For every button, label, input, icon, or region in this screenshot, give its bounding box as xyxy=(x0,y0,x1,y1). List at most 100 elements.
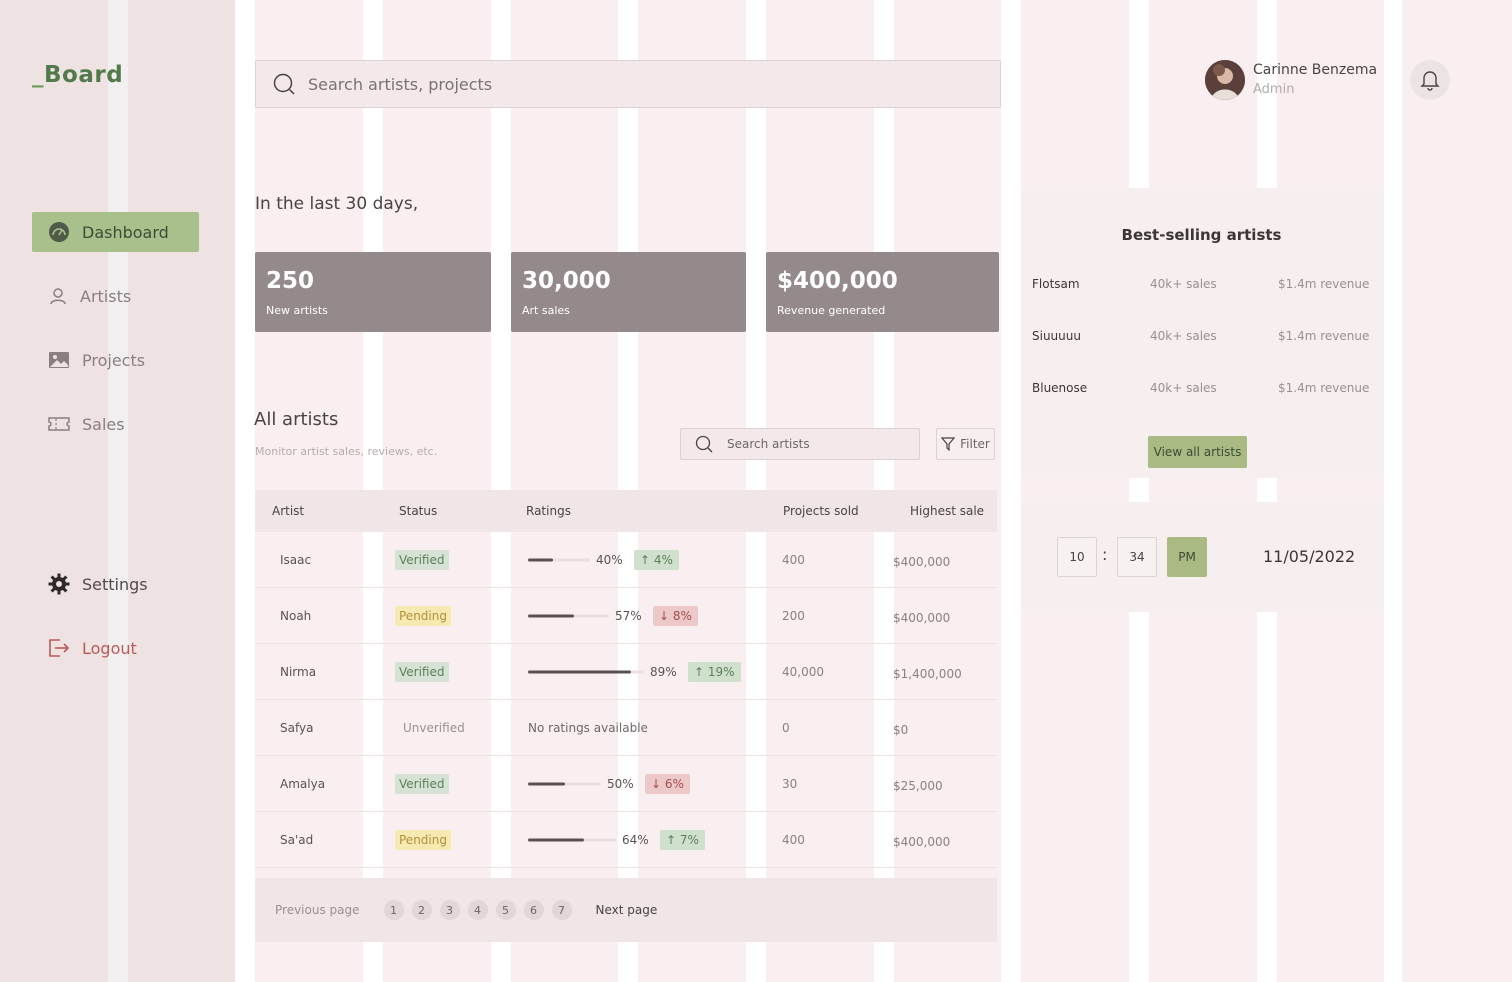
filter-icon xyxy=(941,437,956,451)
best-seller-revenue: $1.4m revenue xyxy=(1278,381,1370,395)
arrow-down-icon: ↓ xyxy=(659,608,673,623)
column-header[interactable]: Highest sale xyxy=(910,504,984,518)
filter-button[interactable]: Filter xyxy=(936,428,995,460)
search-icon xyxy=(273,73,295,95)
rating-change-badge: ↓ 6% xyxy=(645,773,690,794)
grid-column xyxy=(1021,0,1129,982)
search-icon xyxy=(695,435,713,453)
rating-change-value: 4% xyxy=(653,552,673,567)
nav-label: Dashboard xyxy=(82,222,169,242)
nav-item-settings[interactable]: Settings xyxy=(32,564,199,604)
rating-bar xyxy=(528,670,644,673)
best-seller-name: Flotsam xyxy=(1032,277,1080,291)
rating-value: 57% xyxy=(615,608,642,623)
grid-column xyxy=(1402,0,1512,982)
best-seller-revenue: $1.4m revenue xyxy=(1278,277,1370,291)
status-badge: Pending xyxy=(395,605,451,626)
rating-bar xyxy=(528,838,616,841)
next-page-button[interactable]: Next page xyxy=(596,903,658,917)
nav-label: Projects xyxy=(82,350,146,370)
minute-field[interactable]: 34 xyxy=(1117,537,1157,577)
rating-bar xyxy=(528,782,601,785)
stat-label: Art sales xyxy=(522,304,570,317)
gear-icon xyxy=(48,573,70,595)
page-number-button[interactable]: 3 xyxy=(439,900,460,920)
arrow-up-icon: ↑ xyxy=(666,832,680,847)
table-row[interactable]: Noah Pending 57% ↓ 8% 200 $400,000 xyxy=(255,588,997,644)
projects-sold: 40,000 xyxy=(782,664,824,679)
view-all-artists-button[interactable]: View all artists xyxy=(1148,436,1247,468)
table-row[interactable]: Amalya Verified 50% ↓ 6% 30 $25,000 xyxy=(255,756,997,812)
table-row[interactable]: Sa'ad Pending 64% ↑ 7% 400 $400,000 xyxy=(255,812,997,868)
user-icon xyxy=(50,288,66,305)
section-subtitle: Monitor artist sales, reviews, etc. xyxy=(255,445,438,458)
status-badge: Verified xyxy=(395,661,449,682)
search-input[interactable] xyxy=(308,74,908,94)
artist-name: Nirma xyxy=(280,664,317,679)
avatar[interactable] xyxy=(1205,60,1245,100)
stat-label: New artists xyxy=(266,304,328,317)
rating-change-badge: ↑ 19% xyxy=(688,661,741,682)
rating-change-value: 8% xyxy=(672,608,692,623)
rating-bar-fill xyxy=(528,558,553,561)
ampm-toggle[interactable]: PM xyxy=(1167,537,1207,577)
table-row[interactable]: Safya Unverified No ratings available 0 $0 xyxy=(255,700,997,756)
page-number-button[interactable]: 4 xyxy=(467,900,488,920)
table-row[interactable]: Isaac Verified 40% ↑ 4% 400 $400,000 xyxy=(255,532,997,588)
previous-page-button[interactable]: Previous page xyxy=(275,903,360,917)
notifications-button[interactable] xyxy=(1410,60,1450,100)
stat-label: Revenue generated xyxy=(777,304,886,317)
stat-card-new-artists: 250 New artists xyxy=(255,252,491,332)
projects-sold: 400 xyxy=(782,832,805,847)
rating-change-badge: ↑ 4% xyxy=(634,549,679,570)
projects-sold: 400 xyxy=(782,552,805,567)
rating-value: 89% xyxy=(650,664,677,679)
highest-sale: $400,000 xyxy=(893,610,951,625)
grid-column xyxy=(108,0,128,982)
rating-change-badge: ↑ 7% xyxy=(660,829,705,850)
status-badge: Unverified xyxy=(403,720,465,735)
highest-sale: $400,000 xyxy=(893,554,951,569)
time-separator: : xyxy=(1102,545,1108,564)
arrow-down-icon: ↓ xyxy=(651,776,665,791)
column-header[interactable]: Ratings xyxy=(526,504,571,518)
nav-item-logout[interactable]: Logout xyxy=(32,628,199,668)
nav-item-sales[interactable]: Sales xyxy=(32,404,199,444)
projects-sold: 0 xyxy=(782,720,790,735)
hour-field[interactable]: 10 xyxy=(1057,537,1097,577)
section-title: All artists xyxy=(254,409,339,430)
artist-name: Sa'ad xyxy=(280,832,314,847)
rating-bar xyxy=(528,558,590,561)
best-seller-sales: 40k+ sales xyxy=(1150,277,1217,291)
page-number-button[interactable]: 2 xyxy=(411,900,432,920)
page-number-button[interactable]: 1 xyxy=(383,900,404,920)
column-header[interactable]: Artist xyxy=(272,504,304,518)
artist-search[interactable] xyxy=(680,428,920,460)
app-logo[interactable]: _Board xyxy=(32,62,123,88)
artist-name: Safya xyxy=(280,720,314,735)
page-number-button[interactable]: 7 xyxy=(551,900,572,920)
stat-value: $400,000 xyxy=(777,268,898,294)
nav-item-artists[interactable]: Artists xyxy=(32,276,199,316)
table-row[interactable]: Nirma Verified 89% ↑ 19% 40,000 $1,400,000 xyxy=(255,644,997,700)
best-seller-name: Bluenose xyxy=(1032,381,1088,395)
ticket-icon xyxy=(48,417,70,431)
page-number-button[interactable]: 5 xyxy=(495,900,516,920)
column-header[interactable]: Projects sold xyxy=(783,504,859,518)
rating-change-value: 7% xyxy=(679,832,699,847)
artist-search-input[interactable] xyxy=(727,437,907,451)
column-header[interactable]: Status xyxy=(399,504,437,518)
rating-bar-fill xyxy=(528,782,565,785)
stat-card-art-sales: 30,000 Art sales xyxy=(511,252,746,332)
global-search[interactable] xyxy=(255,60,1001,108)
logout-icon xyxy=(49,639,70,657)
artists-table: Artist Status Ratings Projects sold High… xyxy=(255,490,997,868)
status-badge: Verified xyxy=(395,549,449,570)
best-selling-title: Best-selling artists xyxy=(1121,226,1282,244)
page-number-button[interactable]: 6 xyxy=(523,900,544,920)
nav-item-projects[interactable]: Projects xyxy=(32,340,199,380)
rating-bar-fill xyxy=(528,838,585,841)
best-seller-name: Siuuuuu xyxy=(1032,329,1081,343)
nav-item-dashboard[interactable]: Dashboard xyxy=(32,212,199,252)
grid-column xyxy=(1277,0,1384,982)
